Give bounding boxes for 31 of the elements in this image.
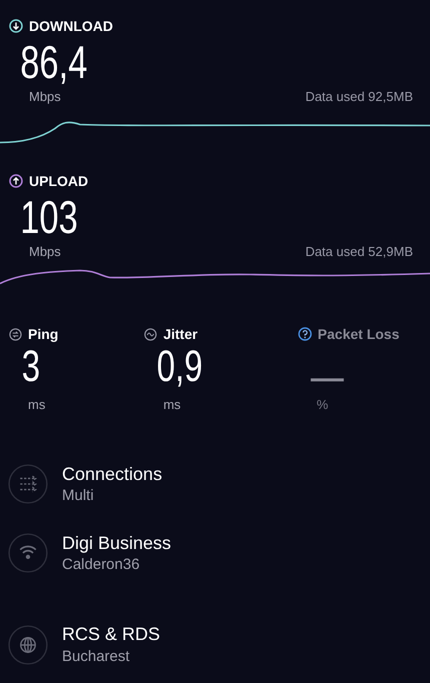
- detail-subtitle: Calderon36: [62, 556, 141, 575]
- unit-label: Mbps: [29, 243, 61, 261]
- speed-value: 103: [19, 194, 78, 240]
- unit-label: Mbps: [29, 88, 61, 106]
- metric-label: Jitter: [163, 327, 198, 341]
- detail-subtitle: Multi: [62, 487, 95, 506]
- wifi-icon: [8, 533, 48, 574]
- globe-icon: [8, 624, 48, 665]
- help-icon[interactable]: [298, 327, 312, 341]
- data-used: Data used 92,5MB: [305, 88, 413, 106]
- arrow-down-icon: [9, 19, 23, 33]
- data-used: Data used 52,9MB: [305, 243, 413, 261]
- section-title: DOWNLOAD: [29, 19, 113, 33]
- arrow-up-icon: [9, 174, 23, 188]
- unit-label: %: [316, 396, 330, 414]
- speed-value: 86,4: [19, 39, 88, 85]
- unit-label: ms: [162, 396, 182, 414]
- metric-label: Packet Loss: [318, 327, 400, 341]
- section-title: UPLOAD: [29, 174, 88, 188]
- detail-title: RCS & RDS: [62, 623, 160, 646]
- metric-value: 3: [20, 345, 40, 393]
- arrows-icon: [8, 464, 48, 504]
- metric-label: Ping: [28, 327, 58, 341]
- metric-value: —: [309, 351, 344, 393]
- unit-label: ms: [27, 396, 46, 414]
- ping-icon: [9, 328, 22, 340]
- detail-subtitle: Bucharest: [62, 648, 131, 666]
- metric-value: 0,9: [156, 345, 203, 393]
- detail-title: Digi Business: [62, 532, 172, 554]
- detail-title: Connections: [62, 462, 162, 485]
- wave-icon: [144, 328, 158, 340]
